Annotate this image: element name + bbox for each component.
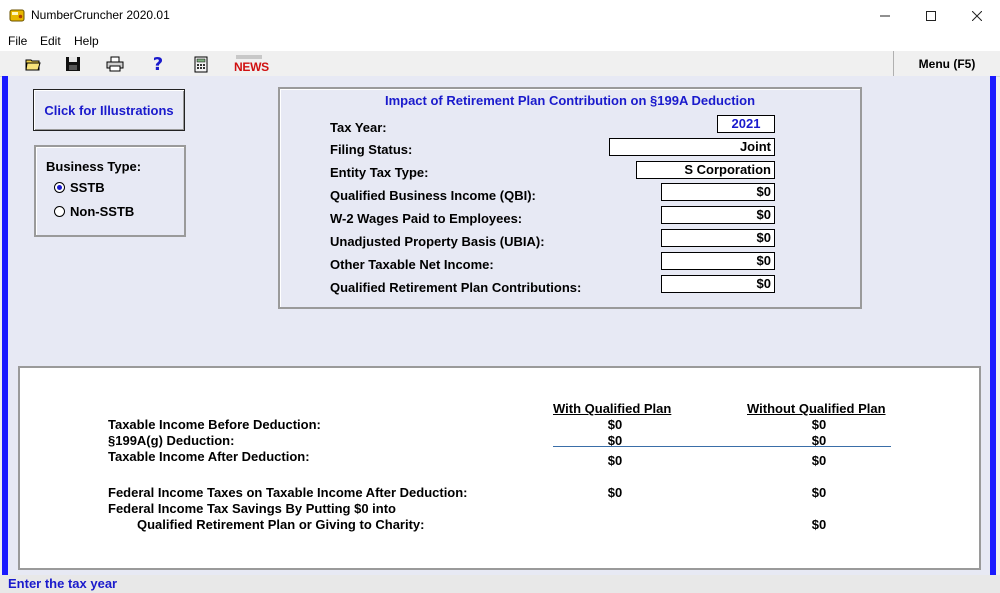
calculator-icon <box>194 56 208 73</box>
save-button[interactable] <box>62 54 84 74</box>
value-with-taxable-after: $0 <box>607 453 623 468</box>
help-button[interactable]: ? <box>147 53 169 75</box>
menu-file[interactable]: File <box>8 34 27 48</box>
value-without-federal-taxes: $0 <box>811 485 827 500</box>
row-label-savings-line1: Federal Income Tax Savings By Putting $0… <box>108 501 396 516</box>
field-label-tax-year: Tax Year: <box>330 120 387 135</box>
menu-help[interactable]: Help <box>74 34 99 48</box>
window-title: NumberCruncher 2020.01 <box>31 8 170 22</box>
newspaper-icon <box>236 55 262 59</box>
col-header-with-plan: With Qualified Plan <box>553 401 672 416</box>
results-panel <box>18 366 981 570</box>
sum-divider <box>553 446 891 447</box>
filing-status-field[interactable]: Joint <box>609 138 775 156</box>
maximize-button[interactable] <box>908 0 954 31</box>
business-type-label: Business Type: <box>46 159 142 174</box>
row-label-federal-taxes: Federal Income Taxes on Taxable Income A… <box>108 485 468 500</box>
status-bar: Enter the tax year <box>0 575 1000 593</box>
value-with-taxable-before: $0 <box>607 417 623 432</box>
other-income-field[interactable]: $0 <box>661 252 775 270</box>
field-label-entity-type: Entity Tax Type: <box>330 165 429 180</box>
business-type-group: Business Type: SSTB Non-SSTB <box>34 145 186 237</box>
qbi-field[interactable]: $0 <box>661 183 775 201</box>
field-label-w2-wages: W-2 Wages Paid to Employees: <box>330 211 523 226</box>
open-button[interactable] <box>22 54 44 74</box>
value-with-federal-taxes: $0 <box>607 485 623 500</box>
menu-f5-button[interactable]: Menu (F5) <box>893 51 1000 76</box>
news-button[interactable]: NEWS <box>233 54 269 74</box>
value-without-taxable-before: $0 <box>811 417 827 432</box>
field-label-other-income: Other Taxable Net Income: <box>330 257 494 272</box>
field-label-filing-status: Filing Status: <box>330 142 413 157</box>
minimize-icon <box>880 15 890 16</box>
radio-non-sstb-label: Non-SSTB <box>70 204 135 219</box>
question-icon: ? <box>152 53 164 75</box>
radio-unselected-icon <box>54 206 65 217</box>
tax-year-field[interactable]: 2021 <box>717 115 775 133</box>
col-header-without-plan: Without Qualified Plan <box>747 401 886 416</box>
w2-wages-field[interactable]: $0 <box>661 206 775 224</box>
news-label: NEWS <box>234 60 269 74</box>
maximize-icon <box>926 10 936 21</box>
radio-sstb-label: SSTB <box>70 180 105 195</box>
minimize-button[interactable] <box>862 0 908 31</box>
radio-non-sstb[interactable]: Non-SSTB <box>54 204 134 219</box>
menu-edit[interactable]: Edit <box>40 34 61 48</box>
illustrations-button[interactable]: Click for Illustrations <box>33 89 185 131</box>
value-tax-savings: $0 <box>811 517 827 532</box>
row-label-savings-line2: Qualified Retirement Plan or Giving to C… <box>137 517 425 532</box>
open-folder-icon <box>25 59 41 71</box>
input-panel: Impact of Retirement Plan Contribution o… <box>278 87 862 309</box>
close-button[interactable] <box>954 0 1000 31</box>
calculator-button[interactable] <box>191 54 213 74</box>
field-label-ubia: Unadjusted Property Basis (UBIA): <box>330 234 545 249</box>
retirement-contrib-field[interactable]: $0 <box>661 275 775 293</box>
radio-sstb[interactable]: SSTB <box>54 180 105 195</box>
field-label-qbi: Qualified Business Income (QBI): <box>330 188 536 203</box>
app-icon <box>9 9 25 22</box>
title-bar: NumberCruncher 2020.01 <box>0 0 1000 31</box>
menu-bar: File Edit Help <box>0 31 1000 51</box>
save-icon <box>66 57 80 71</box>
row-label-taxable-before: Taxable Income Before Deduction: <box>108 417 321 432</box>
toolbar: ? NEWS Menu (F5) <box>0 51 1000 77</box>
value-without-taxable-after: $0 <box>811 453 827 468</box>
panel-title: Impact of Retirement Plan Contribution o… <box>384 93 756 108</box>
field-label-retirement-contrib: Qualified Retirement Plan Contributions: <box>330 280 582 295</box>
row-label-taxable-after: Taxable Income After Deduction: <box>108 449 310 464</box>
close-icon <box>972 10 982 21</box>
ubia-field[interactable]: $0 <box>661 229 775 247</box>
radio-selected-icon <box>54 182 65 193</box>
print-button[interactable] <box>104 54 126 74</box>
printer-icon <box>106 56 124 72</box>
status-text: Enter the tax year <box>8 576 118 591</box>
entity-type-field[interactable]: S Corporation <box>636 161 775 179</box>
row-label-199a-deduction: §199A(g) Deduction: <box>108 433 235 448</box>
